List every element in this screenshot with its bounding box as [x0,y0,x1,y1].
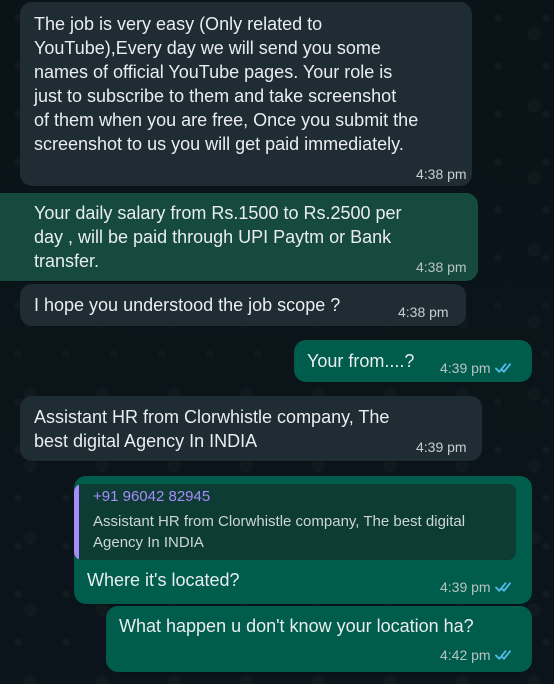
message-text: The job is very easy (Only related to Yo… [34,14,419,154]
quote-accent-bar [74,484,79,560]
message-text: I hope you understood the job scope ? [34,295,341,315]
message-text: Assistant HR from Clorwhistle company, T… [34,407,390,451]
timestamp-text: 4:38 pm [398,304,449,320]
message-timestamp: 4:39 pm [440,360,513,376]
message-timestamp: 4:39 pm [440,579,513,595]
message-timestamp: 4:38 pm [416,166,467,182]
quoted-message[interactable]: +91 96042 82945 Assistant HR from Clorwh… [74,484,516,560]
timestamp-text: 4:38 pm [416,166,467,182]
double-check-icon [494,582,511,592]
timestamp-text: 4:42 pm [440,647,491,663]
timestamp-text: 4:39 pm [416,439,467,455]
timestamp-text: 4:38 pm [416,259,467,275]
message-text: Where it's located? [87,570,240,590]
message-text: Your from....? [307,351,415,371]
timestamp-text: 4:39 pm [440,579,491,595]
quoted-sender: +91 96042 82945 [93,488,211,505]
message-timestamp: 4:39 pm [416,439,467,455]
message-timestamp: 4:38 pm [398,304,449,320]
double-check-icon [494,650,511,660]
timestamp-text: 4:39 pm [440,360,491,376]
message-timestamp: 4:42 pm [440,647,513,663]
quoted-text: Assistant HR from Clorwhistle company, T… [93,513,466,551]
message-text: What happen u don't know your location h… [119,616,474,636]
double-check-icon [494,363,511,373]
message-text: Your daily salary from Rs.1500 to Rs.250… [34,203,402,271]
message-timestamp: 4:38 pm [416,259,467,275]
